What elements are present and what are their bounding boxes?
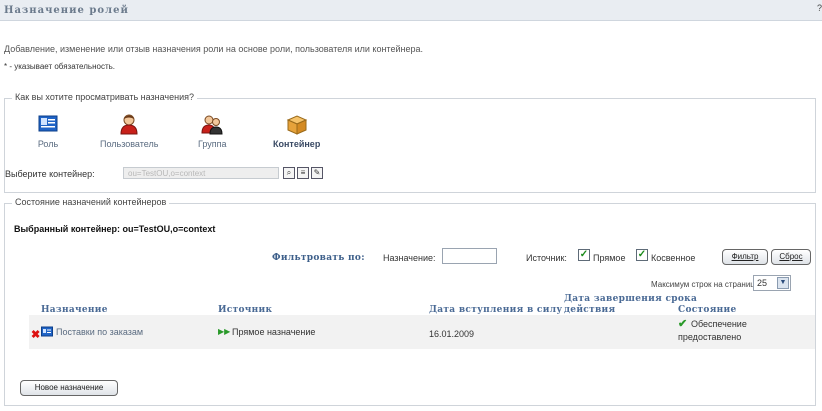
view-option-role[interactable]: Роль	[37, 113, 59, 149]
remove-icon[interactable]: ✖	[31, 328, 40, 341]
source-filter-label: Источник:	[526, 253, 567, 263]
history-icon[interactable]: ≡	[297, 167, 309, 179]
indirect-checkbox-label: Косвенное	[651, 253, 696, 263]
page-description: Добавление, изменение или отзыв назначен…	[4, 44, 423, 54]
source-value: Прямое назначение	[232, 327, 316, 337]
user-icon	[120, 114, 138, 135]
page-title: Назначение ролей	[4, 5, 129, 16]
required-note: * - указывает обязательность.	[4, 62, 115, 71]
container-icon	[286, 115, 307, 135]
view-option-role-label: Роль	[37, 139, 59, 149]
view-options-legend: Как вы хотите просматривать назначения?	[12, 92, 198, 102]
view-option-container-label: Контейнер	[273, 139, 321, 149]
browse-container-icon[interactable]: ⌕	[283, 167, 295, 179]
column-header-assignment[interactable]: Назначение	[41, 305, 108, 315]
max-rows-select[interactable]: 25 ▼	[753, 275, 791, 291]
status-value-line2: предоставлено	[678, 332, 742, 342]
view-option-user-label: Пользователь	[100, 139, 159, 149]
assignment-link[interactable]: Поставки по заказам	[56, 327, 143, 337]
status-value-line1: Обеспечение	[691, 319, 747, 329]
column-header-end-date-line1[interactable]: Дата завершения срока	[564, 294, 697, 304]
direct-checkbox[interactable]: ✓	[578, 249, 590, 261]
assignment-filter-label: Назначение:	[383, 253, 436, 263]
view-option-group[interactable]: Группа	[198, 113, 227, 149]
checkmark-icon: ✔	[678, 318, 688, 330]
container-label: Выберите контейнер:	[5, 169, 95, 179]
selected-container-text: Выбранный контейнер: ou=TestOU,o=context	[14, 224, 216, 234]
column-header-end-date-line2[interactable]: действия	[564, 305, 615, 315]
chevron-down-icon: ▼	[777, 277, 789, 289]
assignment-filter-input[interactable]	[442, 248, 497, 264]
assignment-status-legend: Состояние назначений контейнеров	[12, 197, 170, 207]
direct-checkbox-label: Прямое	[593, 253, 626, 263]
container-input[interactable]: ou=TestOU,o=context	[123, 167, 279, 179]
reset-button[interactable]: Сброс	[771, 249, 811, 265]
max-rows-label: Максимум строк на странице:	[651, 280, 762, 289]
column-header-effective-date[interactable]: Дата вступления в силу	[429, 305, 562, 315]
column-header-source[interactable]: Источник	[218, 305, 272, 315]
direct-arrow-icon: ▶▶	[218, 327, 231, 336]
view-option-user[interactable]: Пользователь	[100, 113, 158, 149]
indirect-checkbox[interactable]: ✓	[636, 249, 648, 261]
role-icon	[38, 115, 58, 132]
view-option-container[interactable]: Контейнер	[273, 113, 320, 149]
new-assignment-button[interactable]: Новое назначение	[20, 380, 118, 396]
page-header: Назначение ролей ?	[0, 0, 822, 21]
filter-button[interactable]: Фильтр	[722, 249, 768, 265]
edit-icon[interactable]: ✎	[311, 167, 323, 179]
view-options-fieldset: Как вы хотите просматривать назначения? …	[4, 92, 816, 193]
help-icon[interactable]: ?	[817, 3, 822, 13]
max-rows-value: 25	[757, 278, 768, 288]
role-icon	[41, 326, 53, 337]
column-header-status[interactable]: Состояние	[678, 305, 737, 315]
filter-title: Фильтровать по:	[272, 253, 365, 263]
view-option-group-label: Группа	[198, 139, 227, 149]
group-icon	[201, 115, 223, 135]
effective-date-value: 16.01.2009	[429, 329, 475, 339]
